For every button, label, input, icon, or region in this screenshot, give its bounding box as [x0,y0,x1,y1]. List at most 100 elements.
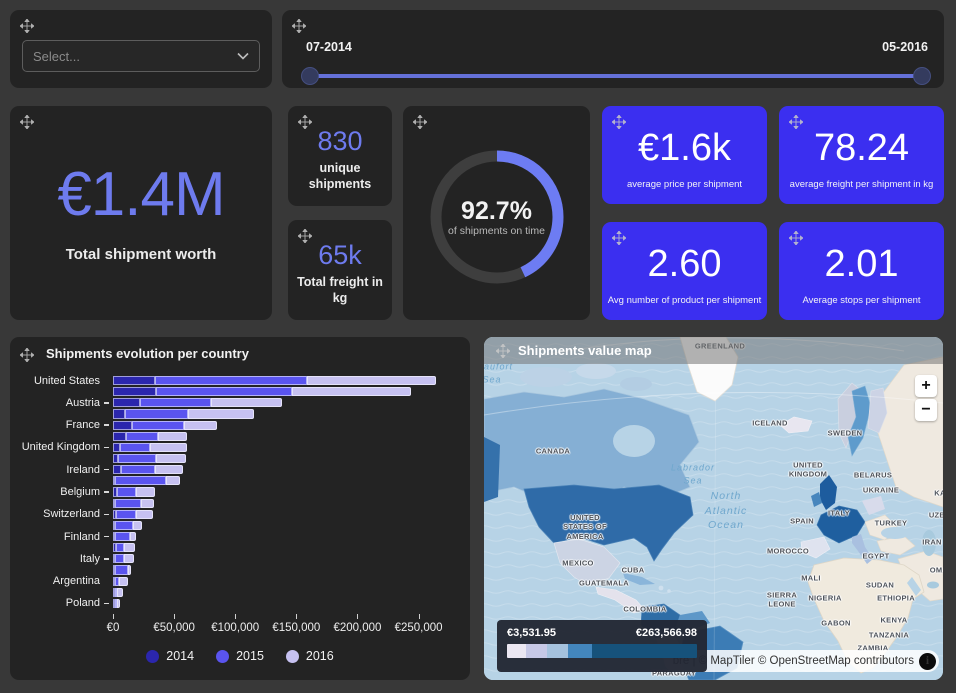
avg-products-value: 2.60 [648,245,722,283]
bar-segment-2015[interactable] [155,376,308,385]
bar-segment-2015[interactable] [120,443,151,452]
bar-segment-2016[interactable] [136,487,156,496]
stacked-bar[interactable] [113,543,470,552]
bar-segment-2016[interactable] [136,510,153,519]
total-worth-card: €1.4M Total shipment worth [10,106,272,320]
bar-segment-2014[interactable] [113,443,120,452]
drag-handle-icon[interactable] [789,231,803,245]
bar-chart-plot-area[interactable]: United StatesAustriaFranceUnited Kingdom… [10,375,470,609]
drag-handle-icon[interactable] [496,344,510,358]
bar-segment-2014[interactable] [113,398,140,407]
bar-segment-2015[interactable] [126,432,158,441]
bar-segment-2016[interactable] [124,554,134,563]
bar-segment-2015[interactable] [115,565,128,574]
bar-segment-2016[interactable] [117,599,120,608]
legend-item-2016[interactable]: 2016 [286,649,334,663]
stacked-bar[interactable] [113,387,470,396]
stacked-bar[interactable] [113,565,470,574]
attribution-text: bre | © MapTiler © OpenStreetMap contrib… [673,655,914,667]
stacked-bar[interactable] [113,599,470,608]
bar-segment-2015[interactable] [121,465,155,474]
bar-segment-2015[interactable] [115,499,141,508]
chart-legend: 2014 2015 2016 [10,649,470,663]
drag-handle-icon[interactable] [298,229,312,243]
color-scale-step [547,644,568,658]
avg-freight-label: average freight per shipment in kg [790,179,934,190]
stacked-bar[interactable] [113,398,470,407]
stacked-bar[interactable] [113,588,470,597]
date-range-slider[interactable] [310,74,922,78]
stacked-bar[interactable] [113,421,470,430]
bar-segment-2014[interactable] [113,421,132,430]
legend-item-2014[interactable]: 2014 [146,649,194,663]
bar-segment-2016[interactable] [128,565,131,574]
bar-segment-2014[interactable] [113,387,156,396]
drag-handle-icon[interactable] [612,231,626,245]
drag-handle-icon[interactable] [292,19,306,33]
bar-segment-2015[interactable] [125,409,189,418]
bar-segment-2016[interactable] [150,443,187,452]
stacked-bar[interactable] [113,577,470,586]
slider-handle-start[interactable] [301,67,319,85]
bar-segment-2016[interactable] [141,499,154,508]
drag-handle-icon[interactable] [413,115,427,129]
bar-segment-2016[interactable] [158,432,187,441]
legend-item-2015[interactable]: 2015 [216,649,264,663]
bar-segment-2016[interactable] [166,476,181,485]
bar-segment-2016[interactable] [307,376,435,385]
bar-segment-2015[interactable] [116,510,136,519]
map-zoom-in-button[interactable]: + [915,375,937,397]
stacked-bar[interactable] [113,376,470,385]
stacked-bar[interactable] [113,487,470,496]
stacked-bar[interactable] [113,554,470,563]
bar-segment-2016[interactable] [188,409,253,418]
drag-handle-icon[interactable] [20,19,34,33]
bar-segment-2016[interactable] [155,465,183,474]
bar-segment-2016[interactable] [124,543,135,552]
stacked-bar[interactable] [113,532,470,541]
slider-handle-end[interactable] [913,67,931,85]
color-scale-step [526,644,547,658]
y-axis-tick [100,402,113,404]
stacked-bar[interactable] [113,443,470,452]
bar-segment-2015[interactable] [118,454,157,463]
stacked-bar[interactable] [113,510,470,519]
bar-segment-2014[interactable] [113,409,125,418]
bar-segment-2015[interactable] [115,554,124,563]
stacked-bar[interactable] [113,465,470,474]
stacked-bar[interactable] [113,454,470,463]
bar-segment-2014[interactable] [113,465,121,474]
bar-segment-2014[interactable] [113,376,155,385]
bar-segment-2015[interactable] [115,532,130,541]
bar-segment-2016[interactable] [130,532,137,541]
bar-segment-2015[interactable] [140,398,212,407]
bar-segment-2016[interactable] [133,521,142,530]
stacked-bar[interactable] [113,476,470,485]
stacked-bar[interactable] [113,409,470,418]
bar-segment-2015[interactable] [132,421,184,430]
stacked-bar[interactable] [113,432,470,441]
bar-segment-2015[interactable] [156,387,292,396]
drag-handle-icon[interactable] [789,115,803,129]
stacked-bar[interactable] [113,521,470,530]
drag-handle-icon[interactable] [20,115,34,129]
stacked-bar[interactable] [113,499,470,508]
bar-segment-2016[interactable] [184,421,218,430]
bar-segment-2015[interactable] [116,543,124,552]
drag-handle-icon[interactable] [612,115,626,129]
country-select[interactable]: Select... [22,40,260,72]
map-zoom-out-button[interactable]: − [915,399,937,421]
bar-segment-2016[interactable] [119,577,128,586]
info-icon[interactable]: i [919,653,936,670]
bar-segment-2016[interactable] [292,387,411,396]
drag-handle-icon[interactable] [298,115,312,129]
drag-handle-icon[interactable] [20,348,34,362]
bar-segment-2015[interactable] [117,487,135,496]
bar-segment-2014[interactable] [113,432,126,441]
map-title-bar: Shipments value map [484,337,943,364]
bar-segment-2016[interactable] [211,398,282,407]
bar-segment-2015[interactable] [115,521,133,530]
bar-segment-2015[interactable] [115,476,165,485]
bar-segment-2016[interactable] [117,588,123,597]
bar-segment-2016[interactable] [156,454,186,463]
